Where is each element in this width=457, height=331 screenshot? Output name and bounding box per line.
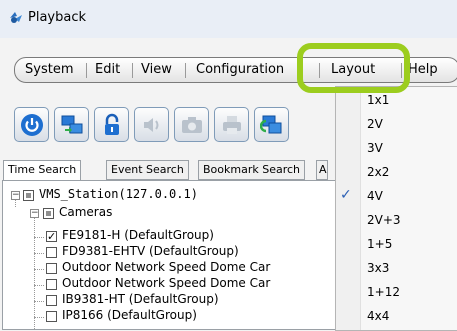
menu-separator (132, 63, 133, 78)
layout-option[interactable]: 1x1 (367, 93, 389, 107)
tree-connector (34, 237, 44, 238)
lock-icon (104, 113, 119, 135)
display-swap-icon (61, 115, 82, 133)
camera-checkbox[interactable] (46, 311, 57, 322)
tab-overflow[interactable]: A (316, 160, 328, 180)
camera-item[interactable]: IP8166 (DefaultGroup) (62, 308, 197, 322)
tree-connector (34, 285, 44, 286)
tab-bookmark-search[interactable]: Bookmark Search (198, 160, 306, 180)
speaker-icon (143, 117, 158, 132)
checkmark-icon: ✓ (340, 187, 352, 203)
layout-option[interactable]: 1+5 (367, 237, 392, 251)
camera-item[interactable]: Outdoor Network Speed Dome Car (62, 276, 270, 290)
menu-system[interactable]: System (25, 62, 73, 77)
camera-item[interactable]: IB9381-HT (DefaultGroup) (62, 292, 219, 306)
export-button[interactable] (254, 107, 289, 142)
cameras-group-checkbox[interactable] (43, 208, 54, 219)
tab-event-search[interactable]: Event Search (106, 160, 189, 180)
playback-app-icon (10, 12, 22, 23)
toolbar (14, 107, 344, 152)
layout-highlight-callout (297, 43, 410, 93)
tree-group-label[interactable]: Cameras (59, 205, 112, 219)
print-icon (222, 115, 241, 134)
layout-option[interactable]: 2x2 (367, 165, 389, 179)
tree-connector (34, 253, 44, 254)
layout-option[interactable]: 3V (367, 141, 383, 155)
menu-separator (86, 63, 87, 78)
camera-item[interactable]: FE9181-H (DefaultGroup) (62, 228, 214, 242)
tree-station-label[interactable]: VMS_Station(127.0.0.1) (39, 187, 198, 201)
display-swap-button[interactable] (54, 107, 89, 142)
layout-option[interactable]: 4x4 (367, 309, 389, 323)
audio-button[interactable] (134, 107, 169, 142)
menu-view[interactable]: View (141, 62, 172, 77)
tree-connector (34, 301, 44, 302)
camera-item[interactable]: Outdoor Network Speed Dome Car (62, 260, 270, 274)
camera-checkbox[interactable] (46, 247, 57, 258)
export-icon (259, 115, 281, 133)
camera-item[interactable]: FD9381-EHTV (DefaultGroup) (62, 244, 239, 258)
menu-gutter (336, 87, 361, 330)
camera-checkbox[interactable] (46, 279, 57, 290)
menu-help[interactable]: Help (408, 62, 438, 77)
power-icon (20, 113, 43, 136)
camera-snapshot-icon (181, 116, 202, 133)
camera-checkbox[interactable] (46, 263, 57, 274)
lock-button[interactable] (94, 107, 129, 142)
layout-option[interactable]: 1+12 (367, 285, 400, 299)
menu-configuration[interactable]: Configuration (196, 62, 284, 77)
layout-option-selected[interactable]: 4V (367, 189, 383, 203)
layout-dropdown-menu: 1x1 2V 3V 2x2 ✓ 4V 2V+3 1+5 3x3 1+12 4x4 (335, 86, 457, 331)
camera-checkbox[interactable] (46, 295, 57, 306)
layout-option[interactable]: 2V (367, 117, 383, 131)
title-bar: Playback (0, 0, 457, 38)
collapse-cameras-toggle[interactable]: − (30, 209, 39, 218)
camera-tree-panel: − VMS_Station(127.0.0.1) − Cameras ✓ FE9… (2, 180, 350, 330)
collapse-station-toggle[interactable]: − (11, 191, 20, 200)
tab-time-search[interactable]: Time Search (3, 160, 82, 181)
window-title: Playback (28, 10, 87, 25)
menu-separator (185, 63, 186, 78)
power-button[interactable] (14, 107, 49, 142)
tree-connector (34, 269, 44, 270)
station-checkbox[interactable] (23, 190, 34, 201)
layout-option[interactable]: 3x3 (367, 261, 389, 275)
snapshot-button[interactable] (174, 107, 209, 142)
search-tabs: Time Search Event Search Bookmark Search… (3, 160, 353, 181)
menu-edit[interactable]: Edit (95, 62, 120, 77)
layout-option[interactable]: 2V+3 (367, 213, 401, 227)
tree-connector (34, 214, 35, 329)
camera-checkbox[interactable]: ✓ (46, 231, 57, 242)
tree-connector (34, 317, 44, 318)
print-button[interactable] (214, 107, 249, 142)
